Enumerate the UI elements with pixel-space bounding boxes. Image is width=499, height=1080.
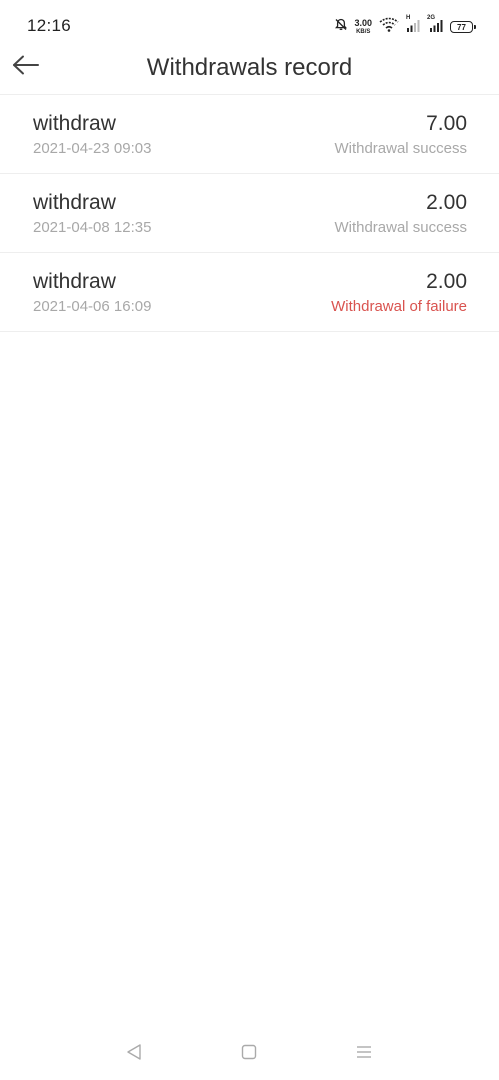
signal-1-label: H xyxy=(406,14,411,21)
record-row[interactable]: withdraw 2021-04-08 12:35 2.00 Withdrawa… xyxy=(0,174,499,253)
system-nav-bar xyxy=(0,1030,499,1080)
nav-home-button[interactable] xyxy=(237,1042,261,1066)
nav-home-icon xyxy=(241,1044,257,1065)
page-title: Withdrawals record xyxy=(146,54,353,81)
record-amount: 2.00 xyxy=(426,270,467,293)
record-status: Withdrawal success xyxy=(334,219,467,236)
signal-1: H xyxy=(406,14,420,37)
record-date: 2021-04-23 09:03 xyxy=(33,140,152,157)
nav-menu-icon xyxy=(355,1044,373,1065)
record-name: withdraw xyxy=(33,270,116,293)
nav-back-button[interactable] xyxy=(122,1042,146,1066)
status-time: 12:16 xyxy=(27,16,72,35)
network-speed-unit: KB/S xyxy=(356,29,371,35)
record-status: Withdrawal of failure xyxy=(331,298,467,315)
signal-2: 2G xyxy=(427,14,443,37)
app-header: Withdrawals record xyxy=(0,40,499,95)
record-date: 2021-04-06 16:09 xyxy=(33,298,152,315)
nav-menu-button[interactable] xyxy=(352,1042,376,1066)
record-amount: 7.00 xyxy=(426,112,467,135)
signal-2-label: 2G xyxy=(427,14,436,21)
record-row[interactable]: withdraw 2021-04-06 16:09 2.00 Withdrawa… xyxy=(0,253,499,332)
record-name: withdraw xyxy=(33,112,116,135)
network-speed: 3.00 KB/S xyxy=(354,18,372,36)
record-row[interactable]: withdraw 2021-04-23 09:03 7.00 Withdrawa… xyxy=(0,95,499,174)
record-status: Withdrawal success xyxy=(334,140,467,157)
mute-bell-icon xyxy=(335,18,348,36)
wifi-icon xyxy=(379,17,399,37)
status-icons: 3.00 KB/S H 2G 77 xyxy=(335,14,476,37)
network-speed-value: 3.00 xyxy=(354,18,372,28)
nav-back-icon xyxy=(126,1043,142,1066)
record-date: 2021-04-08 12:35 xyxy=(33,219,152,236)
record-amount: 2.00 xyxy=(426,191,467,214)
battery-icon: 77 xyxy=(450,21,476,33)
record-name: withdraw xyxy=(33,191,116,214)
withdrawal-record-list: withdraw 2021-04-23 09:03 7.00 Withdrawa… xyxy=(0,95,499,332)
